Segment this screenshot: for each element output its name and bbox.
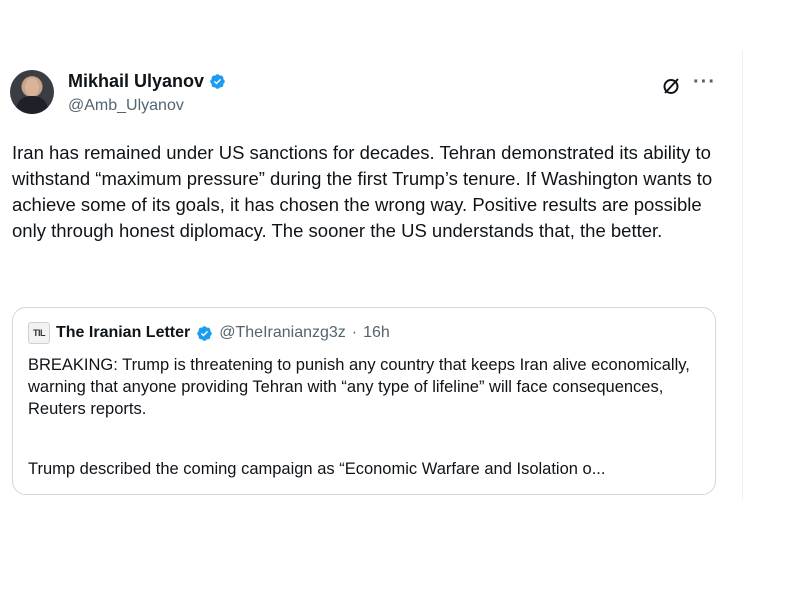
quoted-tweet-text-truncated: Trump described the coming campaign as “… [28,460,606,478]
author-name-row: Mikhail Ulyanov [68,71,226,92]
author-handle[interactable]: @Amb_Ulyanov [68,97,184,115]
quoted-author-name[interactable]: The Iranian Letter [56,324,190,342]
verified-badge-icon [209,73,226,90]
quoted-tweet-header: TIL The Iranian Letter @TheIranianzg3z ·… [28,322,390,344]
tweet-card[interactable]: Mikhail Ulyanov @Amb_Ulyanov ··· Iran ha… [0,50,743,500]
tweet-text: Iran has remained under US sanctions for… [12,142,713,241]
avatar[interactable] [10,70,54,114]
author-display-name[interactable]: Mikhail Ulyanov [68,71,204,92]
avatar-face [25,78,39,96]
quoted-author-handle[interactable]: @TheIranianzg3z [219,324,346,342]
more-icon[interactable]: ··· [693,72,716,92]
quoted-tweet-text: BREAKING: Trump is threatening to punish… [28,356,690,418]
separator-dot: · [351,324,358,341]
verified-badge-icon [196,325,213,342]
avatar-suit [16,96,48,114]
quoted-timestamp[interactable]: 16h [363,324,390,342]
quoted-tweet[interactable]: TIL The Iranian Letter @TheIranianzg3z ·… [12,307,716,495]
grok-icon[interactable] [661,76,681,96]
quoted-author-logo: TIL [28,322,50,344]
